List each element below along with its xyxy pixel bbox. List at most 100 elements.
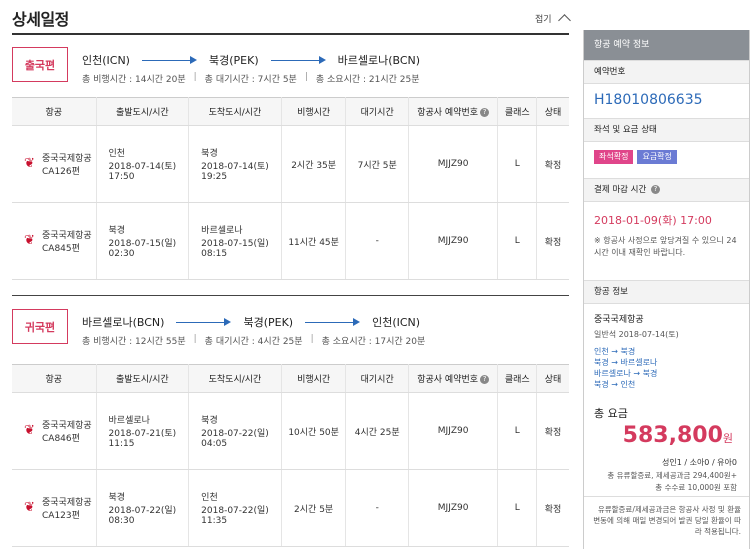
col-flight-time: 비행시간 — [281, 364, 347, 393]
pnr-cell: MJJZ90 — [408, 202, 499, 280]
collapse-button[interactable]: 접기 — [535, 12, 571, 27]
segment-link[interactable]: 바르셀로나 → 북경 — [594, 368, 739, 379]
arrival-cell: 인천 2018-07-22(일) 11:35 — [188, 469, 282, 547]
total-duration: 총 소요시간 : 21시간 25분 — [315, 75, 420, 85]
airline-cell: ❦ 중국국제항공 CA846편 — [12, 392, 97, 470]
arr-time: 04:05 — [201, 439, 228, 449]
total-fare: 583,800원 — [623, 423, 733, 448]
arr-date: 2018-07-15(일) — [201, 239, 269, 249]
wait-time-cell: 4시간 25분 — [345, 392, 409, 470]
arr-date: 2018-07-14(토) — [201, 162, 269, 172]
chevron-up-icon — [557, 14, 571, 27]
arrow-right-icon — [305, 317, 361, 327]
flight-time-cell: 2시간 5분 — [281, 469, 347, 547]
outbound-durations: 총 비행시간 : 14시간 20분 | 총 대기시간 : 7시간 5분 | 총 … — [82, 72, 420, 85]
fare-footnote: 유류할증료/제세공과금은 항공사 사정 및 환율변동에 의해 매일 변경되어 발… — [593, 505, 741, 536]
inbound-table: 항공 출발도시/시간 도착도시/시간 비행시간 대기시간 항공사 예약번호? 클… — [12, 364, 569, 547]
fuel-tax-note: 총 유류할증료, 제세공과금 294,400원+ — [607, 471, 737, 480]
arr-city: 북경 — [201, 149, 218, 159]
status-cell: 확정 — [536, 202, 569, 280]
total-fare-amount: 583,800 — [622, 423, 723, 448]
departure-cell: 북경 2018-07-22(일) 08:30 — [96, 469, 190, 547]
dep-date: 2018-07-22(일) — [108, 506, 177, 516]
col-departure: 출발도시/시간 — [96, 364, 190, 393]
payment-deadline: 2018-01-09(화) 17:00 — [594, 214, 712, 227]
col-airline: 항공 — [12, 364, 97, 393]
flight-number: CA845편 — [42, 244, 80, 254]
airline-cell: ❦ 중국국제항공 CA845편 — [12, 202, 97, 280]
arrow-right-icon — [141, 55, 197, 65]
help-icon[interactable]: ? — [480, 375, 490, 384]
route-city: 북경(PEK) — [208, 54, 259, 67]
airline-name: 중국국제항공 — [42, 154, 92, 164]
col-status: 상태 — [536, 97, 569, 126]
col-class: 클래스 — [497, 364, 538, 393]
sidebar-title: 항공 예약 정보 — [584, 30, 749, 60]
flight-info-label: 항공 정보 — [584, 280, 749, 304]
dep-city: 바르셀로나 — [108, 416, 150, 426]
table-row: ❦ 중국국제항공 CA126편 인천 2018-07-14(토) 17:50 북경… — [12, 125, 569, 203]
table-row: ❦ 중국국제항공 CA845편 북경 2018-07-15(일) 02:30 바르… — [12, 202, 569, 280]
col-status: 상태 — [536, 364, 569, 393]
arr-date: 2018-07-22(일) — [201, 429, 269, 439]
arrival-cell: 북경 2018-07-22(일) 04:05 — [188, 392, 282, 470]
route-city: 인천(ICN) — [372, 316, 421, 329]
departure-cell: 바르셀로나 2018-07-21(토) 11:15 — [96, 392, 190, 470]
col-class: 클래스 — [497, 97, 538, 126]
arrow-right-icon — [270, 55, 326, 65]
dep-city: 북경 — [108, 226, 126, 236]
route-city: 바르셀로나(BCN) — [337, 54, 421, 67]
col-departure: 출발도시/시간 — [96, 97, 190, 126]
payment-deadline-label-text: 결제 마감 시간 — [594, 185, 647, 195]
total-fare-label: 총 요금 — [594, 407, 628, 420]
airline-logo-icon: ❦ — [24, 500, 35, 515]
segment-link[interactable]: 북경 → 바르셀로나 — [594, 357, 739, 368]
segment-link[interactable]: 북경 → 인천 — [594, 379, 739, 390]
sidebar-divider — [584, 496, 749, 497]
route-city: 바르셀로나(BCN) — [82, 316, 165, 329]
col-pnr: 항공사 예약번호? — [408, 97, 499, 126]
status-chips: 좌석확정 요금확정 — [584, 142, 749, 178]
outbound-route-cities: 인천(ICN) 북경(PEK) 바르셀로나(BCN) — [82, 52, 420, 68]
arr-date: 2018-07-22(일) — [201, 506, 269, 516]
help-icon[interactable]: ? — [480, 108, 490, 117]
section-divider — [12, 295, 569, 296]
currency-unit: 원 — [722, 432, 733, 445]
flight-time-cell: 11시간 45분 — [281, 202, 347, 280]
booking-number: H18010806635 — [594, 92, 703, 108]
inbound-route-summary: 귀국편 바르셀로나(BCN) 북경(PEK) 인천(ICN) 총 비행시간 : … — [12, 300, 569, 356]
dep-time: 17:50 — [108, 172, 135, 182]
total-flight-time: 총 비행시간 : 14시간 20분 — [82, 75, 186, 85]
dep-date: 2018-07-14(토) — [108, 162, 177, 172]
arr-time: 19:25 — [201, 172, 228, 182]
segment-link[interactable]: 인천 → 북경 — [594, 346, 739, 357]
inbound-route-cities: 바르셀로나(BCN) 북경(PEK) 인천(ICN) — [82, 314, 420, 330]
pnr-cell: MJJZ90 — [408, 125, 499, 203]
col-arrival: 도착도시/시간 — [188, 97, 282, 126]
table-row: ❦ 중국국제항공 CA846편 바르셀로나 2018-07-21(토) 11:15… — [12, 392, 569, 470]
col-arrival: 도착도시/시간 — [188, 364, 282, 393]
arrow-right-icon — [176, 317, 232, 327]
dep-date: 2018-07-21(토) — [108, 429, 177, 439]
help-icon[interactable]: ? — [651, 185, 661, 194]
dep-date: 2018-07-15(일) — [108, 239, 177, 249]
class-cell: L — [497, 202, 538, 280]
booking-sidebar: 항공 예약 정보 예약번호 H18010806635 좌석 및 요금 상태 좌석… — [583, 30, 750, 549]
table-row: ❦ 중국국제항공 CA123편 북경 2018-07-22(일) 08:30 인천… — [12, 469, 569, 547]
status-cell: 확정 — [536, 125, 569, 203]
flight-number: CA123편 — [42, 511, 80, 521]
flight-time-cell: 2시간 35분 — [281, 125, 347, 203]
route-city: 인천(ICN) — [82, 54, 130, 67]
flight-info: 중국국제항공 일반석 2018-07-14(토) 인천 → 북경 북경 → 바르… — [584, 304, 749, 398]
arr-city: 북경 — [201, 416, 218, 426]
col-pnr-label: 항공사 예약번호 — [417, 108, 479, 118]
wait-time-cell: - — [345, 469, 409, 547]
col-flight-time: 비행시간 — [281, 97, 347, 126]
col-wait-time: 대기시간 — [345, 97, 409, 126]
passenger-count: 성인1 / 소아0 / 유아0 — [662, 458, 737, 467]
route-city: 북경(PEK) — [243, 316, 294, 329]
airline-name: 중국국제항공 — [42, 421, 92, 431]
arr-time: 11:35 — [201, 516, 228, 526]
col-pnr-label: 항공사 예약번호 — [417, 375, 479, 385]
outbound-route-summary: 출국편 인천(ICN) 북경(PEK) 바르셀로나(BCN) 총 비행시간 : … — [12, 38, 569, 94]
